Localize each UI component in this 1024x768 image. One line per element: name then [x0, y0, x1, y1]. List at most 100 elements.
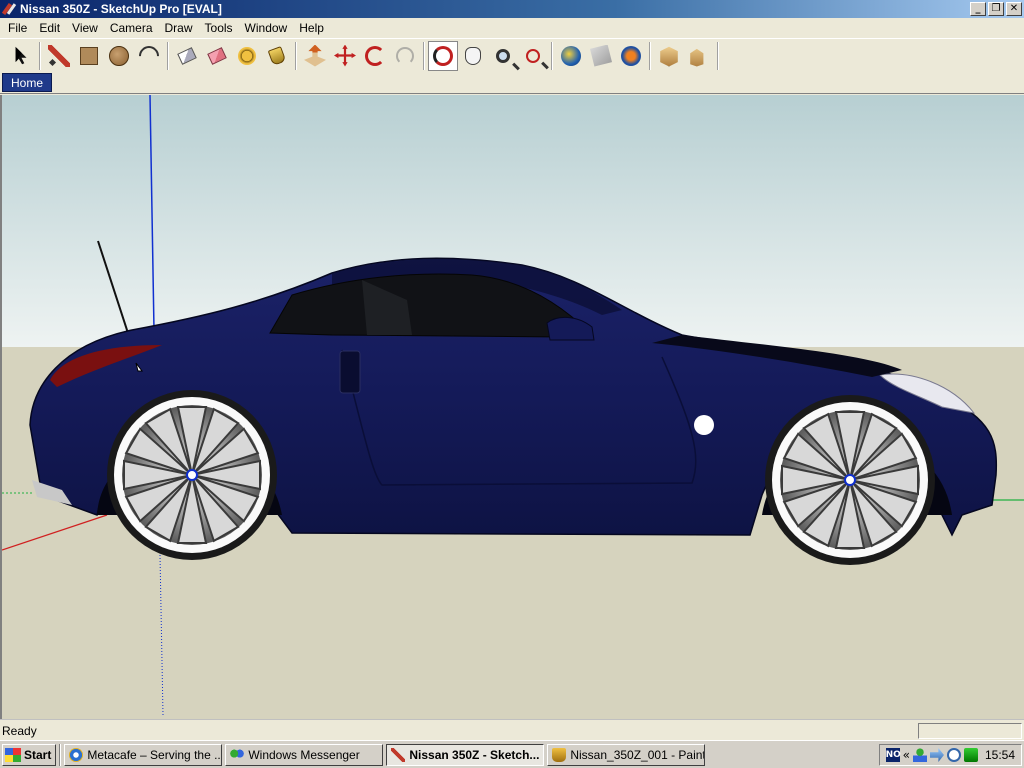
start-label: Start — [24, 747, 52, 762]
task-windows-messenger[interactable]: Windows Messenger — [225, 743, 384, 766]
measurements-box[interactable] — [918, 723, 1022, 739]
scene-tabs-bar: Home — [0, 72, 1024, 94]
toolbar-separator — [717, 41, 719, 70]
task-label: Windows Messenger — [248, 747, 360, 762]
window-title: Nissan 350Z - SketchUp Pro [EVAL] — [20, 2, 222, 16]
toolbar-separator — [649, 41, 651, 70]
pan-icon — [465, 46, 481, 65]
move-tool-button[interactable] — [330, 41, 360, 71]
circle-tool-button[interactable] — [104, 41, 134, 71]
get-models-button[interactable] — [654, 41, 684, 71]
toolbar-separator — [39, 41, 41, 70]
menu-window[interactable]: Window — [239, 21, 294, 35]
task-metacafe[interactable]: Metacafe – Serving the ... — [64, 743, 223, 766]
zoom-tool-button[interactable] — [488, 41, 518, 71]
front-wheel — [765, 395, 935, 565]
rectangle-icon — [80, 46, 98, 65]
share-model-button[interactable] — [684, 41, 714, 71]
rotate-icon — [365, 45, 385, 66]
arc-icon — [134, 41, 164, 70]
menu-help[interactable]: Help — [293, 21, 330, 35]
fuel-cap — [694, 415, 714, 435]
system-tray: NO « 15:54 — [878, 744, 1022, 766]
select-tool-button[interactable] — [6, 41, 36, 71]
task-label: Metacafe – Serving the ... — [87, 747, 223, 762]
task-label: Nissan 350Z - Sketch... — [409, 747, 540, 762]
restore-button[interactable]: ❐ — [988, 2, 1004, 16]
model-scene — [2, 95, 1024, 719]
menu-view[interactable]: View — [66, 21, 104, 35]
rear-wheel — [107, 390, 277, 560]
window-controls: _ ❐ ✕ — [970, 2, 1022, 16]
start-button[interactable]: Start — [2, 743, 57, 766]
offset-tool-button[interactable] — [390, 41, 420, 71]
status-text: Ready — [2, 724, 37, 738]
sketchup-app-icon[interactable] — [3, 2, 17, 16]
tape-measure-icon — [238, 46, 256, 65]
orbit-icon — [433, 45, 453, 66]
zoom-extents-button[interactable] — [518, 41, 548, 71]
orbit-tool-button[interactable] — [428, 40, 458, 71]
toggle-terrain-icon — [590, 44, 612, 67]
network-icon[interactable] — [929, 748, 944, 762]
close-button[interactable]: ✕ — [1006, 2, 1022, 16]
paint-bucket-icon — [267, 45, 287, 66]
menu-tools[interactable]: Tools — [199, 21, 239, 35]
toolbar-separator — [295, 41, 297, 70]
door-handle — [339, 350, 361, 394]
menu-file[interactable]: File — [2, 21, 33, 35]
menu-edit[interactable]: Edit — [33, 21, 66, 35]
get-models-icon — [660, 46, 678, 67]
push-pull-tool-button[interactable] — [300, 41, 330, 71]
task-label: Nissan_350Z_001 - Paint — [570, 747, 706, 762]
push-pull-icon — [304, 44, 326, 67]
tray-expand-icon[interactable]: « — [903, 748, 910, 762]
taskbar-divider — [59, 743, 62, 766]
rectangle-tool-button[interactable] — [74, 41, 104, 71]
toolbar-separator — [423, 41, 425, 70]
task-paint[interactable]: Nissan_350Z_001 - Paint — [547, 743, 706, 766]
make-component-button[interactable] — [172, 41, 202, 71]
pencil-tool-button[interactable] — [44, 41, 74, 71]
minimize-button[interactable]: _ — [970, 2, 986, 16]
get-current-view-button[interactable] — [556, 41, 586, 71]
make-component-icon — [177, 46, 197, 65]
pencil-icon — [48, 44, 70, 67]
select-icon — [15, 46, 27, 65]
rotate-tool-button[interactable] — [360, 41, 390, 71]
menu-camera[interactable]: Camera — [104, 21, 159, 35]
clock[interactable]: 15:54 — [985, 748, 1015, 762]
power-icon[interactable] — [963, 748, 978, 762]
toggle-terrain-button[interactable] — [586, 41, 616, 71]
messenger-tray-icon[interactable] — [912, 748, 927, 762]
circle-icon — [109, 45, 129, 66]
menu-draw[interactable]: Draw — [159, 21, 199, 35]
offset-icon — [396, 46, 414, 65]
pan-tool-button[interactable] — [458, 41, 488, 71]
move-icon — [334, 44, 356, 67]
task-sketchup[interactable]: Nissan 350Z - Sketch... — [386, 743, 545, 766]
tape-measure-tool-button[interactable] — [232, 41, 262, 71]
place-model-icon — [621, 45, 641, 66]
toolbar-separator — [167, 41, 169, 70]
status-bar: Ready — [0, 719, 1024, 740]
eraser-tool-button[interactable] — [202, 41, 232, 71]
main-toolbar — [0, 38, 1024, 72]
paint-icon — [552, 747, 567, 762]
share-model-icon — [690, 48, 704, 67]
windows-flag-icon — [5, 747, 21, 762]
place-model-button[interactable] — [616, 41, 646, 71]
messenger-icon — [230, 747, 245, 762]
scene-tab-home[interactable]: Home — [2, 73, 53, 92]
paint-bucket-tool-button[interactable] — [262, 41, 292, 71]
ie-icon — [69, 747, 84, 762]
clock-tray-icon[interactable] — [946, 748, 961, 762]
menu-bar: File Edit View Camera Draw Tools Window … — [0, 18, 1024, 38]
arc-tool-button[interactable] — [134, 41, 164, 71]
title-bar: Nissan 350Z - SketchUp Pro [EVAL] _ ❐ ✕ — [0, 0, 1024, 18]
eraser-icon — [207, 46, 227, 65]
language-indicator[interactable]: NO — [885, 748, 901, 762]
zoom-extents-icon — [526, 48, 540, 63]
drawing-viewport[interactable] — [0, 95, 1024, 719]
taskbar: Start Metacafe – Serving the ... Windows… — [0, 740, 1024, 768]
